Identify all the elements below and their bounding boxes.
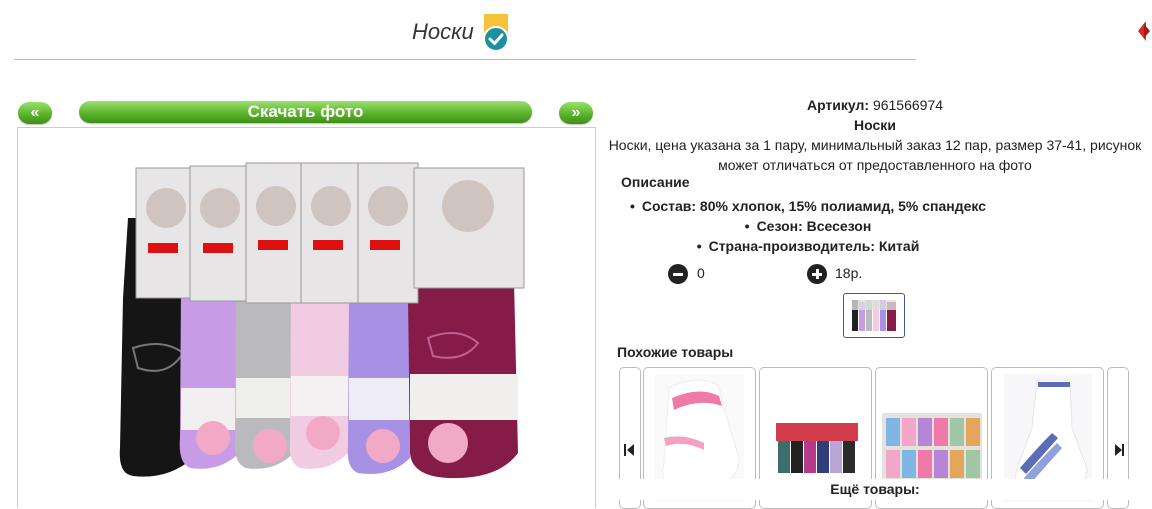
product-summary: Носки, цена указана за 1 пару, минимальн…: [608, 137, 1142, 173]
close-icon[interactable]: [1138, 18, 1152, 44]
product-info: Артикул: 961566974 Носки Носки, цена ука…: [598, 95, 1152, 175]
minus-circle-icon[interactable]: [668, 264, 688, 284]
title-divider: [14, 59, 916, 60]
quantity-value: 0: [697, 265, 705, 281]
page-title: Носки: [412, 19, 474, 44]
skip-forward-icon: [1115, 444, 1122, 456]
article-label: Артикул:: [806, 97, 870, 113]
article-value: 961566974: [872, 97, 944, 113]
skip-forward-icon-bar: [1122, 444, 1124, 456]
next-photo-button[interactable]: »: [559, 102, 593, 124]
photo-thumbnail[interactable]: [843, 293, 905, 338]
skip-back-icon: [624, 444, 626, 456]
more-products-label: Ещё товары:: [598, 479, 1152, 500]
prev-photo-button[interactable]: «: [18, 102, 52, 124]
attribute-list: Состав: 80% хлопок, 15% полиамид, 5% спа…: [598, 196, 1018, 256]
similar-products-heading: Похожие товары: [617, 344, 734, 360]
article-row: Артикул: 961566974: [598, 95, 1152, 115]
attribute-item: Сезон: Всесезон: [598, 216, 1018, 236]
sock-packaging: [135, 162, 525, 304]
attribute-item: Страна-производитель: Китай: [598, 236, 1018, 256]
price-label: 18р.: [835, 265, 863, 281]
download-photo-button[interactable]: Скачать фото: [79, 101, 532, 123]
plus-circle-icon[interactable]: [807, 264, 827, 284]
attribute-item: Состав: 80% хлопок, 15% полиамид, 5% спа…: [598, 196, 1018, 216]
header: Носки: [0, 0, 916, 62]
description-heading: Описание: [621, 174, 690, 190]
verified-badge-icon: [483, 14, 509, 52]
product-photo: [17, 127, 596, 508]
skip-back-icon-arrow: [627, 444, 634, 456]
product-name: Носки: [854, 117, 896, 133]
